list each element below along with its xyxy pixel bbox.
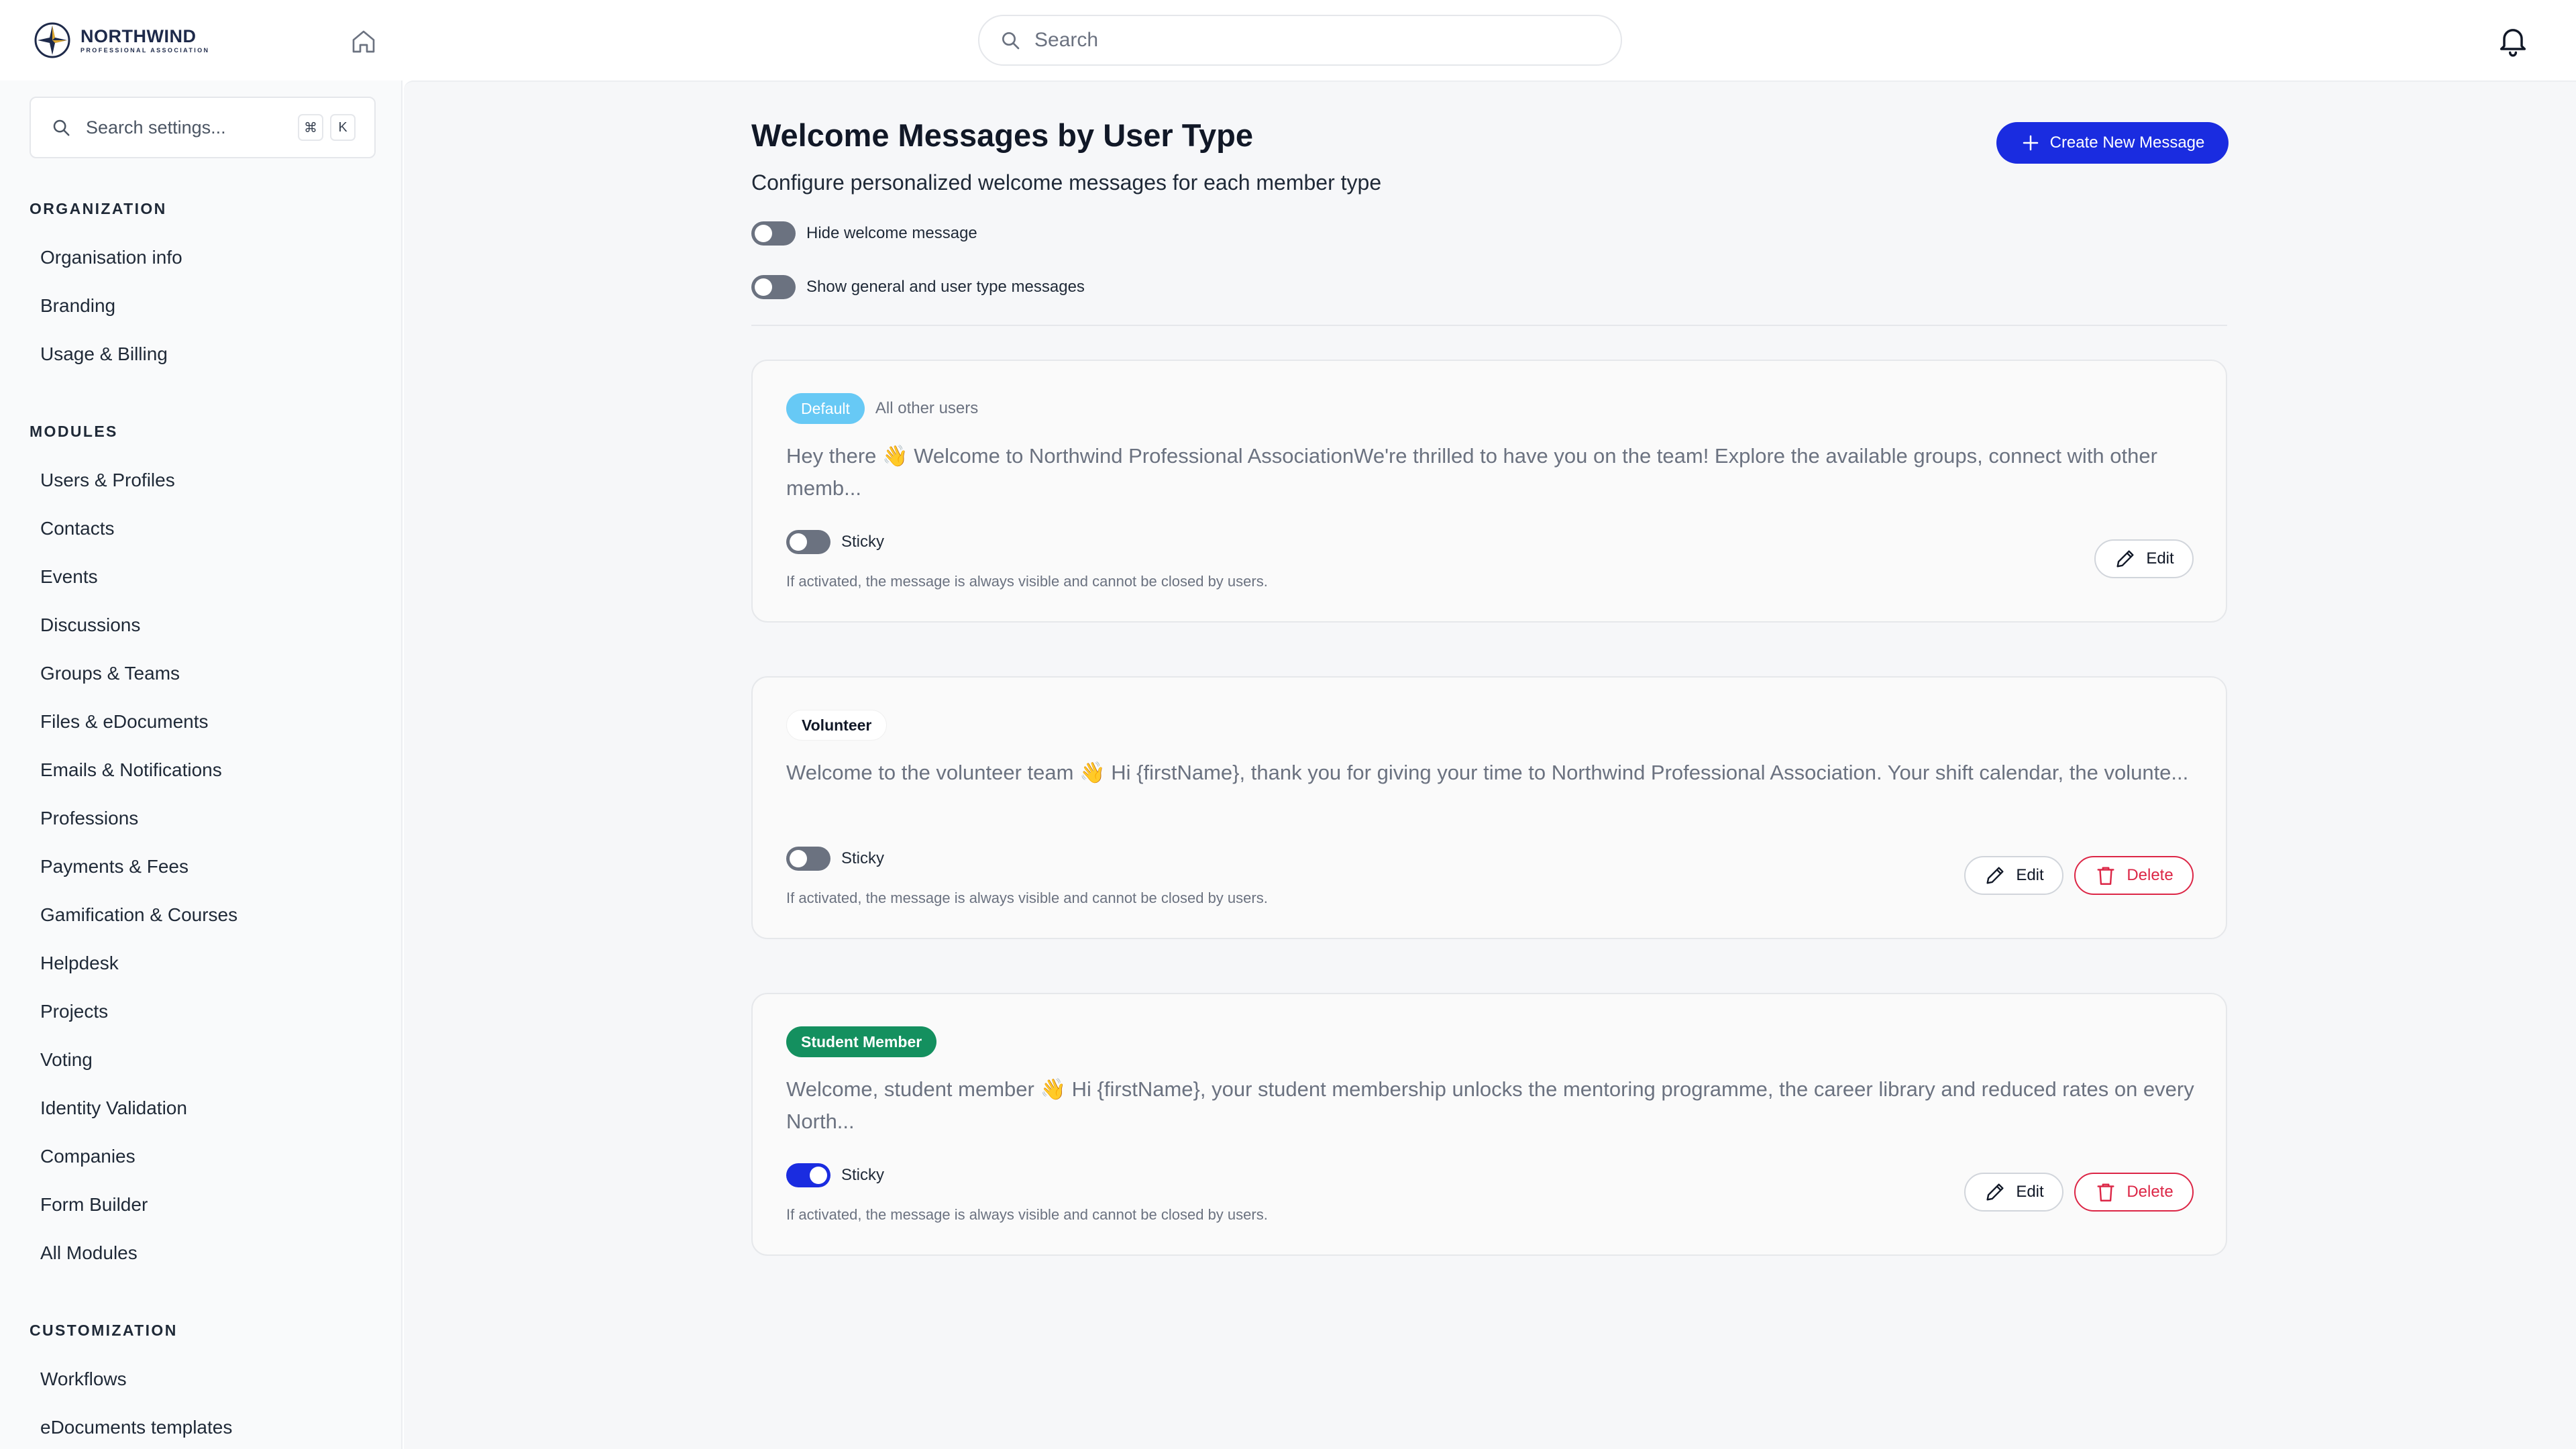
top-bar: NORTHWIND PROFESSIONAL ASSOCIATION [0, 0, 2576, 80]
edit-button[interactable]: Edit [2094, 539, 2194, 578]
user-type-badge: Default [786, 393, 865, 424]
hide-welcome-toggle-row: Hide welcome message [751, 221, 977, 246]
message-preview: Hey there 👋 Welcome to Northwind Profess… [786, 444, 2157, 500]
sticky-toggle[interactable] [786, 847, 830, 871]
sticky-toggle[interactable] [786, 1163, 830, 1187]
user-type-badge: Volunteer [786, 710, 888, 741]
logo-subtitle: PROFESSIONAL ASSOCIATION [80, 47, 210, 54]
sticky-help-text: If activated, the message is always visi… [786, 573, 1268, 590]
edit-button[interactable]: Edit [1964, 856, 2063, 895]
create-new-message-label: Create New Message [2049, 133, 2205, 152]
sidebar-item-usage-billing[interactable]: Usage & Billing [30, 334, 376, 374]
pencil-icon [1986, 867, 2004, 884]
sidebar-item-groups-teams[interactable]: Groups & Teams [30, 653, 376, 694]
hide-welcome-message-label: Hide welcome message [806, 224, 977, 242]
delete-label: Delete [2127, 1183, 2174, 1201]
logo[interactable]: NORTHWIND PROFESSIONAL ASSOCIATION [34, 21, 209, 59]
search-icon [1002, 32, 1020, 50]
sidebar-item-projects[interactable]: Projects [30, 991, 376, 1032]
sidebar-item-contacts[interactable]: Contacts [30, 508, 376, 549]
sidebar-item-organisation-info[interactable]: Organisation info [30, 237, 376, 278]
settings-search[interactable]: ⌘ K [30, 97, 376, 158]
divider [751, 325, 2227, 326]
delete-button[interactable]: Delete [2074, 1173, 2194, 1212]
bell-icon [2500, 29, 2526, 57]
logo-name: NORTHWIND [80, 26, 197, 46]
sidebar-item-helpdesk[interactable]: Helpdesk [30, 943, 376, 983]
settings-sidebar: ⌘ K ORGANIZATION Organisation info Brand… [0, 80, 402, 1449]
global-search[interactable] [978, 15, 1622, 66]
trash-icon [2097, 867, 2114, 885]
section-title-modules: MODULES [30, 423, 118, 440]
notifications-button[interactable] [2493, 20, 2533, 60]
sidebar-item-payments-fees[interactable]: Payments & Fees [30, 847, 376, 887]
settings-search-input[interactable] [86, 117, 287, 138]
sidebar-item-edocuments-templates[interactable]: eDocuments templates [30, 1407, 376, 1448]
main-panel: Welcome Messages by User Type Configure … [404, 80, 2576, 1449]
delete-button[interactable]: Delete [2074, 856, 2194, 895]
message-preview: Welcome, student member 👋 Hi {firstName}… [786, 1077, 2194, 1133]
sidebar-item-companies[interactable]: Companies [30, 1136, 376, 1177]
sticky-label: Sticky [841, 1166, 885, 1184]
shortcut-key-k: K [330, 114, 356, 141]
sidebar-item-users-profiles[interactable]: Users & Profiles [30, 460, 376, 500]
message-card-default: Default All other users Hey there 👋 Welc… [751, 360, 2227, 623]
sidebar-item-voting[interactable]: Voting [30, 1040, 376, 1080]
sidebar-item-events[interactable]: Events [30, 557, 376, 597]
message-card-student-member: Student Member Welcome, student member 👋… [751, 993, 2227, 1256]
home-icon [352, 30, 375, 53]
sidebar-item-files-edocuments[interactable]: Files & eDocuments [30, 702, 376, 742]
user-type-badge: Student Member [786, 1026, 937, 1057]
compass-logo-icon [34, 22, 70, 58]
sidebar-item-form-builder[interactable]: Form Builder [30, 1185, 376, 1225]
sidebar-item-gamification-courses[interactable]: Gamification & Courses [30, 895, 376, 935]
global-search-input[interactable] [1034, 29, 1585, 52]
message-card-volunteer: Volunteer Welcome to the volunteer team … [751, 676, 2227, 939]
pencil-icon [1986, 1183, 2004, 1201]
edit-button[interactable]: Edit [1964, 1173, 2063, 1212]
pencil-icon [2116, 550, 2134, 568]
sidebar-item-discussions[interactable]: Discussions [30, 605, 376, 645]
delete-label: Delete [2127, 866, 2174, 884]
page-subtitle: Configure personalized welcome messages … [751, 170, 1382, 195]
show-general-messages-toggle[interactable] [751, 275, 796, 299]
sticky-label: Sticky [841, 849, 885, 867]
sidebar-item-emails-notifications[interactable]: Emails & Notifications [30, 750, 376, 790]
trash-icon [2097, 1183, 2114, 1201]
show-general-toggle-row: Show general and user type messages [751, 275, 1085, 299]
sidebar-item-professions[interactable]: Professions [30, 798, 376, 839]
sidebar-item-workflows[interactable]: Workflows [30, 1359, 376, 1399]
sticky-help-text: If activated, the message is always visi… [786, 890, 1268, 906]
edit-label: Edit [2146, 549, 2174, 568]
section-title-customization: CUSTOMIZATION [30, 1322, 178, 1339]
search-icon [53, 119, 70, 136]
message-preview: Welcome to the volunteer team 👋 Hi {firs… [786, 761, 2189, 784]
show-general-messages-label: Show general and user type messages [806, 278, 1085, 296]
plus-icon [2023, 135, 2038, 151]
home-button[interactable] [347, 25, 380, 58]
sidebar-item-identity-validation[interactable]: Identity Validation [30, 1088, 376, 1128]
sticky-toggle[interactable] [786, 530, 830, 554]
section-title-organization: ORGANIZATION [30, 200, 167, 217]
page-title: Welcome Messages by User Type [751, 117, 1253, 153]
sidebar-item-all-modules[interactable]: All Modules [30, 1233, 376, 1273]
user-type-description: All other users [875, 399, 979, 417]
sidebar-item-branding[interactable]: Branding [30, 286, 376, 326]
hide-welcome-message-toggle[interactable] [751, 221, 796, 246]
edit-label: Edit [2016, 866, 2044, 884]
sticky-label: Sticky [841, 533, 885, 551]
shortcut-key-cmd: ⌘ [298, 114, 323, 141]
create-new-message-button[interactable]: Create New Message [1996, 122, 2229, 164]
sticky-help-text: If activated, the message is always visi… [786, 1206, 1268, 1223]
edit-label: Edit [2016, 1183, 2044, 1201]
